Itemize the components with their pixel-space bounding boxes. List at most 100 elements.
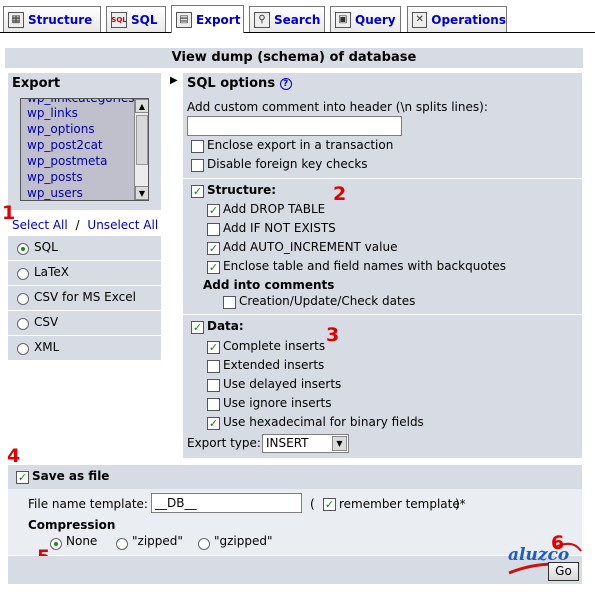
save-as-file-label: Save as file — [32, 469, 110, 483]
checkbox-label: Enclose export in a transaction — [207, 138, 394, 152]
sql-icon: SQL — [111, 11, 127, 28]
comment-label: Add custom comment into header (\n split… — [187, 100, 488, 114]
table-option[interactable]: wp_post2cat — [27, 138, 103, 152]
ignore-inserts-checkbox[interactable] — [207, 398, 220, 411]
unselect-all-link[interactable]: Unselect All — [87, 218, 158, 232]
marker-6: 6 — [551, 532, 565, 554]
footer-bar — [8, 556, 582, 584]
arrow-icon: ▶ — [170, 75, 178, 86]
tab-sql[interactable]: SQL SQL — [106, 6, 166, 32]
checkbox-label: Disable foreign key checks — [207, 157, 368, 171]
compression-label: Compression — [28, 518, 116, 532]
backquotes-checkbox[interactable]: ✓ — [207, 261, 220, 274]
file-name-input[interactable]: __DB__ — [151, 493, 302, 513]
structure-icon: ▦ — [8, 11, 24, 28]
help-icon[interactable]: ? — [279, 77, 292, 90]
checkbox-label: Use ignore inserts — [223, 396, 332, 410]
format-csv-excel-radio[interactable] — [17, 293, 29, 305]
checkbox-label: Complete inserts — [223, 339, 326, 353]
scroll-up-icon[interactable]: ▲ — [135, 99, 148, 113]
auto-increment-checkbox[interactable]: ✓ — [207, 242, 220, 255]
tab-label: Query — [355, 12, 396, 27]
checkbox-label: Add IF NOT EXISTS — [223, 221, 336, 235]
checkbox-label: Creation/Update/Check dates — [239, 294, 416, 308]
compression-none-radio[interactable] — [50, 538, 62, 550]
file-name-label: File name template: — [28, 497, 148, 511]
compression-zipped-radio[interactable] — [116, 538, 128, 550]
search-icon: ⚲ — [254, 11, 270, 28]
format-label: SQL — [34, 240, 58, 254]
format-latex-radio[interactable] — [17, 268, 29, 280]
save-as-file-heading: ✓ Save as file — [8, 465, 582, 489]
marker-2: 2 — [333, 183, 347, 205]
format-csv-row[interactable]: CSV — [8, 311, 161, 335]
export-icon: ▤ — [176, 11, 192, 28]
if-not-exists-checkbox[interactable] — [207, 223, 220, 236]
checkbox-label: Enclose table and field names with backq… — [223, 259, 507, 273]
tab-structure[interactable]: ▦ Structure — [3, 6, 101, 32]
select-links: Select All / Unselect All — [12, 218, 158, 232]
help-glyph: ? — [282, 78, 289, 89]
structure-checkbox[interactable]: ✓ — [191, 185, 204, 198]
format-xml-radio[interactable] — [17, 343, 29, 355]
table-option[interactable]: wp_options — [27, 122, 95, 136]
format-latex-row[interactable]: LaTeX — [8, 261, 161, 285]
table-option[interactable]: wp_users — [27, 186, 83, 200]
drop-table-checkbox[interactable]: ✓ — [207, 204, 220, 217]
comment-input[interactable] — [187, 116, 402, 136]
table-option[interactable]: wp_posts — [27, 170, 83, 184]
compression-option: "gzipped" — [214, 534, 273, 548]
go-button[interactable]: Go — [548, 562, 579, 581]
format-label: LaTeX — [34, 265, 69, 279]
divider — [183, 314, 582, 315]
tab-search[interactable]: ⚲ Search — [249, 6, 325, 32]
tab-label: Export — [196, 12, 241, 27]
marker-3: 3 — [326, 324, 340, 346]
tab-export[interactable]: ▤ Export — [171, 5, 244, 33]
table-list-scrollbar[interactable]: ▲ ▼ — [134, 99, 148, 200]
tab-operations[interactable]: ✕ Operations — [407, 6, 507, 32]
export-heading: Export — [8, 73, 161, 95]
page-title-text: View dump (schema) of database — [171, 50, 417, 65]
format-xml-row[interactable]: XML — [8, 336, 161, 360]
delayed-inserts-checkbox[interactable] — [207, 379, 220, 392]
query-icon: ▣ — [335, 11, 351, 28]
marker-4: 4 — [7, 445, 21, 467]
extended-inserts-checkbox[interactable] — [207, 360, 220, 373]
tab-label: Search — [274, 12, 321, 27]
enclose-transaction-checkbox[interactable] — [191, 140, 204, 153]
data-checkbox[interactable]: ✓ — [191, 321, 204, 334]
compression-gzipped-radio[interactable] — [198, 538, 210, 550]
checkbox-label: Use delayed inserts — [223, 377, 342, 391]
format-sql-radio[interactable] — [17, 243, 29, 255]
complete-inserts-checkbox[interactable]: ✓ — [207, 341, 220, 354]
select-all-link[interactable]: Select All — [12, 218, 68, 232]
format-label: XML — [34, 340, 60, 354]
checkbox-label: Add DROP TABLE — [223, 202, 326, 216]
tab-query[interactable]: ▣ Query — [330, 6, 401, 32]
operations-icon: ✕ — [412, 11, 428, 28]
link-separator: / — [75, 218, 80, 232]
remember-template-label: remember template — [339, 497, 460, 511]
hexadecimal-checkbox[interactable]: ✓ — [207, 417, 220, 430]
table-select-list[interactable]: wp_linkcategories wp_links wp_options wp… — [20, 98, 149, 201]
export-type-select[interactable]: INSERT ▼ — [262, 434, 349, 453]
remember-template-checkbox[interactable]: ✓ — [323, 498, 336, 511]
page-title: View dump (schema) of database — [5, 48, 583, 68]
export-type-label: Export type: — [187, 436, 261, 450]
format-label: CSV — [34, 315, 59, 329]
table-option-partial[interactable]: wp_linkcategories — [27, 99, 135, 105]
scroll-thumb[interactable] — [136, 115, 148, 165]
format-csv-radio[interactable] — [17, 318, 29, 330]
table-option[interactable]: wp_postmeta — [27, 154, 107, 168]
format-csv-excel-row[interactable]: CSV for MS Excel — [8, 286, 161, 310]
checkbox-label: Add AUTO_INCREMENT value — [223, 240, 398, 254]
export-type-value: INSERT — [266, 436, 309, 450]
format-sql-row[interactable]: SQL — [8, 236, 161, 260]
save-as-file-checkbox[interactable]: ✓ — [16, 471, 29, 484]
dates-checkbox[interactable] — [223, 296, 236, 309]
chevron-down-icon[interactable]: ▼ — [332, 436, 347, 451]
scroll-down-icon[interactable]: ▼ — [135, 186, 148, 200]
disable-fk-checkbox[interactable] — [191, 159, 204, 172]
table-option[interactable]: wp_links — [27, 106, 78, 120]
